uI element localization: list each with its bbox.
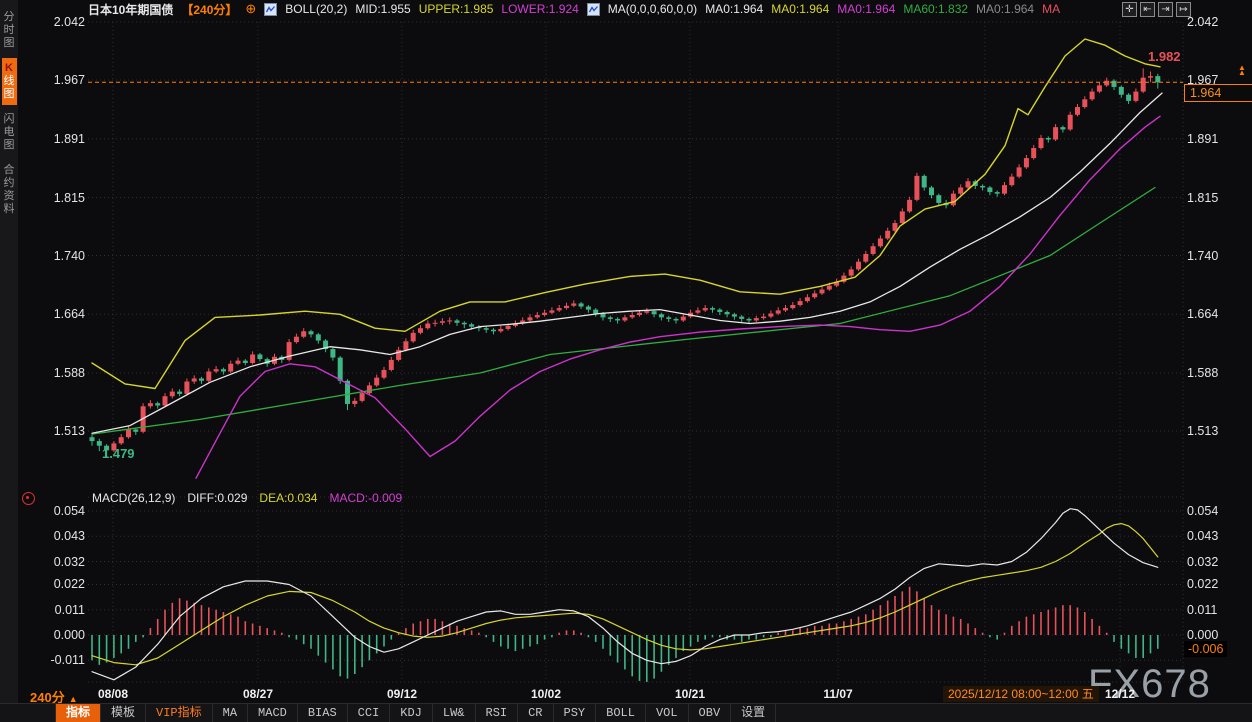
axis-label: 1.664: [54, 306, 85, 322]
add-indicator-icon[interactable]: ⊕: [245, 1, 256, 17]
sidebar-tab-K线图[interactable]: K线图: [2, 58, 17, 105]
toolbar-item-BIAS[interactable]: BIAS: [298, 704, 348, 722]
toolbar-item-MA[interactable]: MA: [213, 704, 248, 722]
axis-label: 0.000: [54, 627, 85, 643]
axis-label: 0.054: [1187, 503, 1218, 519]
toolbar-item-CR[interactable]: CR: [518, 704, 553, 722]
chart-application-window: 分时图 K线图闪电图合约资料 日本10年期国债 【240分】 ⊕ BOLL(20,…: [0, 0, 1252, 722]
macd-value-tag: -0.006: [1184, 641, 1227, 657]
axis-label: 1.513: [1187, 423, 1218, 439]
axis-label: 1.513: [54, 423, 85, 439]
toolbar-item-CCI[interactable]: CCI: [348, 704, 391, 722]
axis-label: 1.740: [54, 248, 85, 264]
axis-label: 2.042: [1187, 14, 1218, 30]
toolbar-item-KDJ[interactable]: KDJ: [390, 704, 433, 722]
axis-label: 0.032: [1187, 554, 1218, 570]
date-tick-label: 08/08: [98, 687, 128, 701]
toolbar-item-模板[interactable]: 模板: [101, 704, 146, 722]
indicator-toolbar: 指标模板VIP指标MAMACDBIASCCIKDJLW&RSICRPSYBOLL…: [0, 703, 1252, 722]
toolbar-item-PSY[interactable]: PSY: [554, 704, 597, 722]
price-up-arrow-icon: ▲▲: [1238, 65, 1246, 75]
scale-left-icon-button[interactable]: ⇤: [1140, 2, 1155, 17]
date-tick-label: 11/07: [823, 687, 852, 701]
toolbar-item-LW&[interactable]: LW&: [433, 704, 476, 722]
boll-upper-value: UPPER:1.985: [419, 2, 494, 16]
axis-label: 1.588: [1187, 365, 1218, 381]
macd-header: MACD(26,12,9) DIFF:0.029 DEA:0.034 MACD:…: [92, 491, 402, 505]
low-price-marker: 1.479: [102, 446, 135, 461]
chart-type-sidebar: 分时图 K线图闪电图合约资料: [0, 0, 18, 722]
toolbar-item-BOLL[interactable]: BOLL: [596, 704, 646, 722]
toolbar-item-OBV[interactable]: OBV: [689, 704, 732, 722]
ma-chart-icon[interactable]: [587, 3, 600, 16]
toolbar-item-MACD[interactable]: MACD: [248, 704, 298, 722]
ma-value-3: MA0:1.964: [837, 2, 895, 16]
axis-label: 1.664: [1187, 306, 1218, 322]
high-price-marker: 1.982: [1148, 49, 1181, 64]
macd-label: MACD(26,12,9): [92, 491, 175, 505]
axis-label: 1.740: [1187, 248, 1218, 264]
toolbar-item-设置[interactable]: 设置: [731, 704, 776, 722]
axis-label: 0.022: [54, 576, 85, 592]
boll-lower-value: LOWER:1.924: [501, 2, 578, 16]
sidebar-tab-合约资料[interactable]: 合约资料: [2, 160, 17, 220]
toolbar-item-VOL[interactable]: VOL: [646, 704, 689, 722]
date-tick-label: 10/02: [531, 687, 561, 701]
axis-label: 0.011: [55, 602, 85, 618]
axis-label: -0.011: [50, 652, 85, 668]
toolbar-item-RSI[interactable]: RSI: [476, 704, 519, 722]
date-tick-label: 12/12: [1105, 687, 1135, 701]
axis-label: 1.891: [54, 131, 85, 147]
macd-diff-value: DIFF:0.029: [187, 491, 247, 505]
date-tick-label: 10/21: [675, 687, 705, 701]
ma-value-6: MA: [1042, 2, 1060, 16]
axis-label: 0.054: [54, 503, 85, 519]
macd-indicator-icon[interactable]: [22, 492, 35, 505]
sidebar-tab-闪电图[interactable]: 闪电图: [2, 109, 17, 156]
axis-label: 1.815: [54, 190, 85, 206]
ma-value-5: MA0:1.964: [976, 2, 1034, 16]
ma-value-2: MA0:1.964: [771, 2, 829, 16]
macd-macd-value: MACD:-0.009: [329, 491, 402, 505]
macd-dea-value: DEA:0.034: [259, 491, 317, 505]
session-range-label: 2025/12/12 08:00~12:00 五: [943, 686, 1099, 702]
axis-label: 1.815: [1187, 190, 1218, 206]
date-tick-label: 08/27: [243, 687, 273, 701]
axis-label: 1.891: [1187, 131, 1218, 147]
axis-label: 0.022: [1187, 576, 1218, 592]
crosshair-tool-icon-button[interactable]: ✛: [1122, 2, 1137, 17]
toolbar-item-指标[interactable]: 指标: [55, 704, 101, 722]
last-price-tag: 1.964: [1184, 84, 1252, 102]
axis-label: 0.043: [1187, 528, 1218, 544]
toolbar-item-VIP指标[interactable]: VIP指标: [146, 704, 213, 722]
chart-toolbar-icons: ✛⇤⇥↦: [1122, 2, 1191, 17]
axis-label: 0.043: [54, 528, 85, 544]
axis-label: 1.967: [54, 72, 85, 88]
boll-chart-icon[interactable]: [264, 3, 277, 16]
indicator-header: 日本10年期国债 【240分】 ⊕ BOLL(20,2) MID:1.955 U…: [88, 1, 1060, 17]
boll-label: BOLL(20,2): [285, 2, 347, 16]
chart-canvas[interactable]: [0, 0, 1252, 722]
date-tick-label: 09/12: [387, 687, 417, 701]
ma-label: MA(0,0,0,60,0,0): [608, 2, 697, 16]
scale-right-icon-button[interactable]: ⇥: [1158, 2, 1173, 17]
instrument-title: 日本10年期国债: [88, 1, 173, 18]
axis-label: 0.011: [1187, 602, 1217, 618]
axis-label: 2.042: [54, 14, 85, 30]
period-badge: 【240分】: [181, 1, 237, 18]
ma-value-1: MA0:1.964: [705, 2, 763, 16]
boll-mid-value: MID:1.955: [355, 2, 410, 16]
axis-label: 0.032: [54, 554, 85, 570]
ma60-value: MA60:1.832: [903, 2, 968, 16]
axis-label: 1.588: [54, 365, 85, 381]
sidebar-tab-分时图[interactable]: 分时图: [2, 7, 17, 54]
